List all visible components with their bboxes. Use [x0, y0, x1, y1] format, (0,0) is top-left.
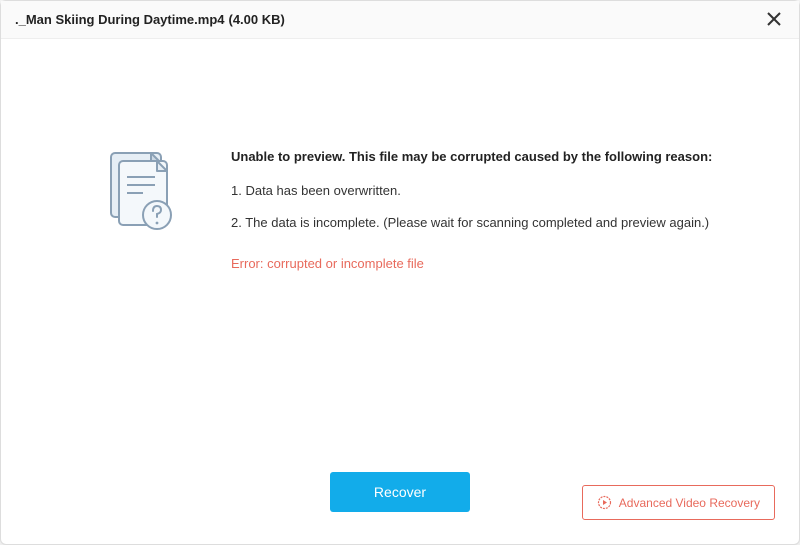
error-headline: Unable to preview. This file may be corr… [231, 149, 759, 164]
close-button[interactable] [763, 9, 785, 31]
content-area: Unable to preview. This file may be corr… [1, 39, 799, 464]
file-size: (4.00 KB) [229, 12, 285, 27]
advanced-video-recovery-button[interactable]: Advanced Video Recovery [582, 485, 775, 520]
file-name: ._Man Skiing During Daytime.mp4 [15, 12, 225, 27]
dialog-window: ._Man Skiing During Daytime.mp4 (4.00 KB… [0, 0, 800, 545]
message-column: Unable to preview. This file may be corr… [201, 149, 759, 464]
reason-2: 2. The data is incomplete. (Please wait … [231, 214, 759, 232]
advanced-label: Advanced Video Recovery [619, 496, 760, 510]
icon-column [81, 149, 201, 464]
titlebar: ._Man Skiing During Daytime.mp4 (4.00 KB… [1, 1, 799, 39]
close-icon [767, 11, 781, 29]
recover-button[interactable]: Recover [330, 472, 470, 512]
document-question-icon [101, 149, 181, 244]
footer: Recover Advanced Video Recovery [1, 464, 799, 544]
recovery-icon [597, 495, 612, 510]
reason-1: 1. Data has been overwritten. [231, 182, 759, 200]
error-text: Error: corrupted or incomplete file [231, 256, 759, 271]
